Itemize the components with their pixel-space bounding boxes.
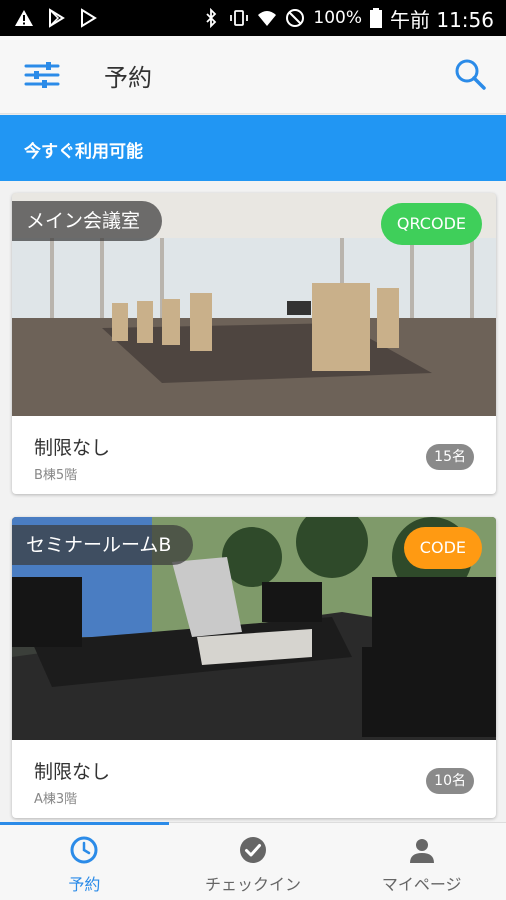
room-location: B棟5階 [34,468,78,483]
room-card[interactable]: セミナールームB CODE 制限なし A棟3階 10名 [12,517,496,818]
room-location: A棟3階 [34,792,78,807]
page-title: 予約 [104,64,152,92]
status-left-icons [14,8,98,28]
status-bar: 100% 午前 11:56 [0,0,506,36]
room-list[interactable]: メイン会議室 QRCODE 制限なし B棟5階 15名 セミナールームB COD… [0,181,506,822]
capacity-badge: 10名 [426,768,474,794]
nav-label: マイページ [381,875,462,894]
bluetooth-icon [206,8,217,28]
play-store-icon-2 [81,8,97,28]
room-card[interactable]: メイン会議室 QRCODE 制限なし B棟5階 15名 [12,193,496,494]
nav-tab-mypage[interactable]: マイページ [337,823,506,900]
app-bar: 予約 [0,36,506,114]
code-badge[interactable]: CODE [403,527,482,569]
room-name: メイン会議室 [12,201,163,241]
nav-tab-reservation[interactable]: 予約 [0,822,169,900]
battery-icon [370,8,382,28]
capacity-badge: 15名 [426,444,474,470]
nav-label: チェックイン [205,875,302,894]
play-store-icon [49,8,65,28]
clock-time: 午前 11:56 [390,7,494,32]
room-restriction: 制限なし [34,761,111,783]
do-not-disturb-icon [286,9,305,27]
battery-percent: 100% [313,8,362,28]
person-icon [409,839,434,863]
filter-sliders-icon[interactable] [24,60,60,90]
vibrate-icon [230,10,249,26]
clock-icon [70,836,98,864]
bottom-navigation: 予約 チェックイン マイページ [0,822,506,900]
available-now-banner: 今すぐ利用可能 [0,115,506,181]
check-circle-icon [240,837,266,863]
qrcode-badge[interactable]: QRCODE [380,203,482,245]
search-icon[interactable] [452,56,488,92]
status-right-icons: 100% 午前 11:56 [201,4,494,33]
nav-label: 予約 [68,875,101,894]
room-name: セミナールームB [12,525,194,565]
nav-tab-checkin[interactable]: チェックイン [169,823,338,900]
warning-icon [15,10,33,26]
wifi-icon [258,11,277,26]
room-restriction: 制限なし [34,437,111,459]
